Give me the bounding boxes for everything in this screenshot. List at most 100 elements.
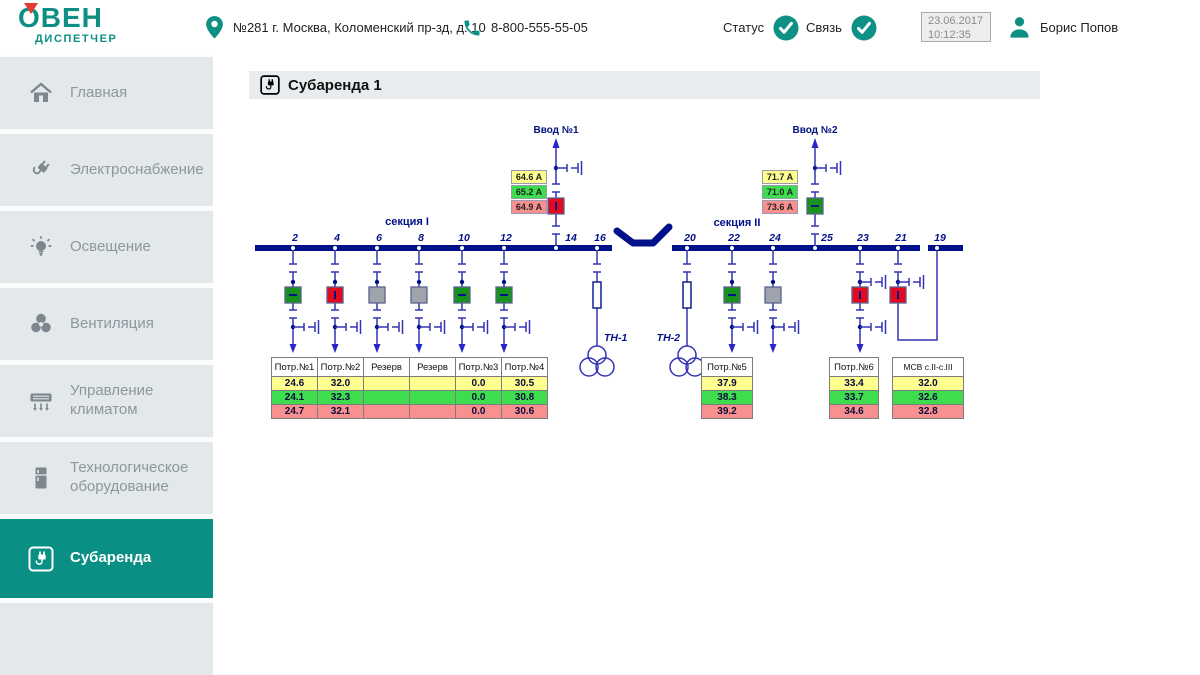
datetime-box: 23.06.2017 10:12:35	[921, 12, 991, 42]
input1-breaker[interactable]	[548, 198, 564, 214]
sidebar-item-label: Электроснабжение	[70, 161, 208, 180]
feeder-21-breaker[interactable]	[890, 287, 906, 303]
table-cell: 34.6	[830, 405, 879, 419]
bus-number: 2	[291, 232, 298, 244]
table-cell: 0.0	[456, 405, 502, 419]
table-header-cell: Потр.№1	[272, 358, 318, 377]
user-block: Борис Попов	[1008, 0, 1118, 55]
feeder-2-breaker[interactable]	[285, 287, 301, 303]
climate-icon	[27, 388, 55, 414]
status-indicator: Статус	[723, 0, 799, 55]
input1-measurements: 64.6 A 65.2 A 64.9 A	[511, 170, 547, 215]
table-cell: 37.9	[702, 377, 753, 391]
bus-number: 21	[894, 232, 907, 244]
table-cell: 30.8	[502, 391, 548, 405]
link-check-circle-icon	[851, 15, 877, 41]
table-cell: 39.2	[702, 405, 753, 419]
table-header-cell: Потр.№2	[318, 358, 364, 377]
address-text: №281 г. Москва, Коломенский пр-зд, д. 10	[233, 20, 486, 35]
busbar-section-2	[672, 245, 920, 251]
sidebar-item-label: Освещение	[70, 238, 208, 257]
section1-label: секция I	[385, 216, 429, 228]
section2-label: секция II	[714, 217, 761, 229]
boxed-plug-icon	[27, 546, 55, 572]
link-indicator: Связь	[806, 0, 877, 55]
status-check-circle-icon	[773, 15, 799, 41]
bus-number: 14	[565, 232, 577, 244]
table-row: 24.6 32.0 0.0 30.5	[272, 377, 548, 391]
link-label: Связь	[806, 20, 842, 35]
address-block: №281 г. Москва, Коломенский пр-зд, д. 10	[205, 0, 486, 55]
phone-icon	[462, 18, 482, 38]
table-cell: 24.1	[272, 391, 318, 405]
table-cell	[410, 405, 456, 419]
bus-number: 23	[856, 232, 869, 244]
input1-label: Ввод №1	[533, 125, 578, 136]
bus-number: 8	[418, 232, 424, 244]
brand-subtitle: ДИСПЕТЧЕР	[35, 33, 117, 45]
bus-number: 16	[594, 232, 606, 244]
table-cell: 24.6	[272, 377, 318, 391]
bus-number: 20	[683, 232, 696, 244]
sidebar-item-label: Управление климатом	[70, 382, 208, 420]
table-cell	[364, 391, 410, 405]
sidebar-item-label: Технологическое оборудование	[70, 459, 208, 497]
table-row: 24.7 32.1 0.0 30.6	[272, 405, 548, 419]
sidebar-item-home[interactable]: Главная	[0, 57, 213, 129]
table-header-cell: Потр.№4	[502, 358, 548, 377]
busbar-section-1	[255, 245, 612, 251]
table-header-cell: МСВ с.II-с.III	[893, 358, 964, 377]
equipment-icon	[27, 465, 55, 491]
feeder-8-breaker[interactable]	[411, 287, 427, 303]
table-cell: 0.0	[456, 377, 502, 391]
consumer5-table: Потр.№5 37.9 38.3 39.2	[701, 357, 753, 419]
sidebar-item-ventilation[interactable]: Вентиляция	[0, 288, 213, 360]
table-cell: 0.0	[456, 391, 502, 405]
bus-number: 24	[768, 232, 781, 244]
feeder-22-breaker[interactable]	[724, 287, 740, 303]
app-window: ОВЕН ДИСПЕТЧЕР №281 г. Москва, Коломенск…	[0, 0, 1200, 675]
table-cell: 33.4	[830, 377, 879, 391]
sidebar-item-sublease[interactable]: Субаренда	[0, 519, 213, 598]
feeder-23-breaker[interactable]	[852, 287, 868, 303]
bus-number: 22	[727, 232, 740, 244]
sidebar-item-climate[interactable]: Управление климатом	[0, 365, 213, 437]
table-cell: 24.7	[272, 405, 318, 419]
table-header-cell: Потр.№5	[702, 358, 753, 377]
measurement-value: 65.2 A	[511, 185, 547, 199]
phone-block: 8-800-555-55-05	[462, 0, 588, 55]
table-cell: 32.0	[318, 377, 364, 391]
sidebar-item-label: Главная	[70, 84, 208, 103]
feeder-24-breaker[interactable]	[765, 287, 781, 303]
user-name: Борис Попов	[1040, 20, 1118, 35]
table-cell: 32.1	[318, 405, 364, 419]
table-row: 24.1 32.3 0.0 30.8	[272, 391, 548, 405]
consumer6-table: Потр.№6 33.4 33.7 34.6	[829, 357, 879, 419]
sidebar-filler	[0, 603, 213, 675]
sidebar-item-equipment[interactable]: Технологическое оборудование	[0, 442, 213, 514]
bus-number: 10	[458, 232, 470, 244]
msv-table: МСВ с.II-с.III 32.0 32.6 32.8	[892, 357, 964, 419]
feeder-10-breaker[interactable]	[454, 287, 470, 303]
table-cell	[410, 377, 456, 391]
time-text: 10:12:35	[928, 28, 990, 42]
table-cell: 32.3	[318, 391, 364, 405]
brand-name: ОВЕН	[18, 4, 117, 32]
feeder-4-breaker[interactable]	[327, 287, 343, 303]
tn2-label: ТН-2	[657, 332, 680, 344]
sidebar-item-power[interactable]: Электроснабжение	[0, 134, 213, 206]
table-cell: 30.6	[502, 405, 548, 419]
table-cell	[410, 391, 456, 405]
input2-label: Ввод №2	[792, 125, 837, 136]
input2-breaker[interactable]	[807, 198, 823, 214]
feeder-12-breaker[interactable]	[496, 287, 512, 303]
table-cell: 30.5	[502, 377, 548, 391]
bus-number: 19	[934, 232, 946, 244]
person-icon	[1008, 15, 1031, 40]
input2-measurements: 71.7 A 71.0 A 73.6 A	[762, 170, 798, 215]
bulb-icon	[27, 234, 55, 260]
sidebar-item-lighting[interactable]: Освещение	[0, 211, 213, 283]
measurement-value: 73.6 A	[762, 200, 798, 214]
feeder-6-breaker[interactable]	[369, 287, 385, 303]
feeder-16-vt	[580, 248, 614, 376]
